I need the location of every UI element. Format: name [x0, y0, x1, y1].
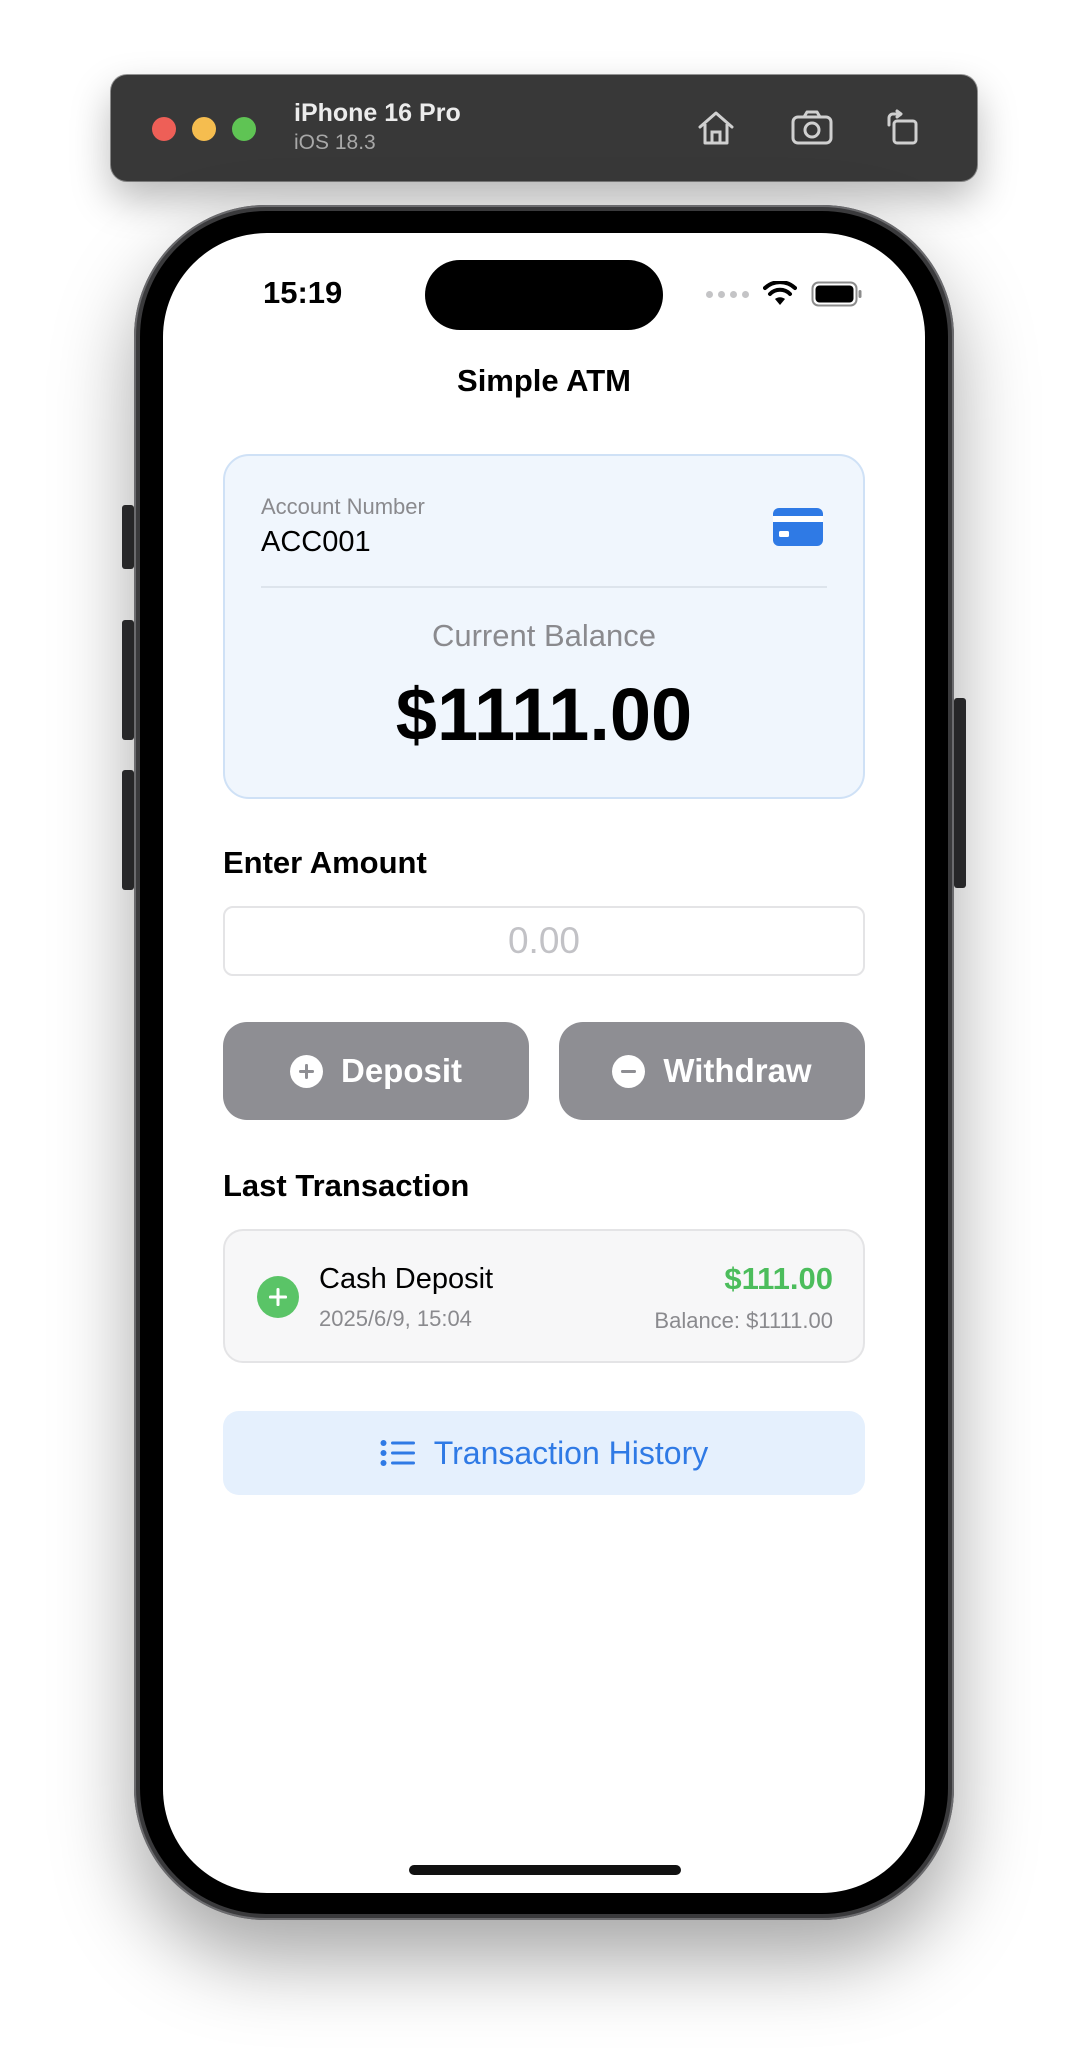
- credit-card-icon: [773, 508, 823, 551]
- current-balance-amount: $1111.00: [395, 673, 693, 756]
- enter-amount-label: Enter Amount: [223, 845, 427, 880]
- rotate-icon: [887, 109, 918, 145]
- last-transaction-label: Last Transaction: [223, 1168, 470, 1203]
- rotate-button[interactable]: [879, 105, 927, 151]
- simulator-device-name: iPhone 16 Pro: [294, 99, 461, 127]
- cellular-signal-icon: [706, 290, 749, 298]
- home-indicator[interactable]: [409, 1865, 681, 1875]
- page-title: Simple ATM: [457, 363, 631, 398]
- screenshot-button[interactable]: [788, 105, 836, 151]
- transaction-history-label: Transaction History: [433, 1434, 709, 1471]
- close-window-button[interactable]: [152, 117, 176, 141]
- action-button: [122, 505, 134, 569]
- account-number-label: Account Number: [261, 494, 425, 519]
- status-indicators: [706, 281, 863, 307]
- transaction-history-button[interactable]: Transaction History: [223, 1411, 865, 1495]
- transaction-title: Cash Deposit: [319, 1263, 494, 1295]
- withdraw-button-label: Withdraw: [663, 1052, 812, 1089]
- minus-circle-icon: [612, 1054, 646, 1088]
- transaction-date: 2025/6/9, 15:04: [319, 1306, 472, 1331]
- dynamic-island: [425, 260, 663, 330]
- account-card: Account Number ACC001 Current Balance $1…: [223, 454, 865, 799]
- home-icon: [698, 111, 734, 145]
- account-divider: [261, 586, 827, 588]
- deposit-button-label: Deposit: [340, 1052, 462, 1089]
- simulator-os-version: iOS 18.3: [294, 131, 376, 154]
- deposit-button[interactable]: Deposit: [223, 1022, 529, 1120]
- transaction-balance: Balance: $1111.00: [654, 1308, 833, 1333]
- volume-down-button: [122, 770, 134, 890]
- simulator-toolbar: iPhone 16 Pro iOS 18.3: [111, 75, 977, 181]
- status-time: 15:19: [263, 275, 343, 310]
- deposit-plus-icon: [257, 1276, 299, 1318]
- amount-input[interactable]: [223, 906, 865, 976]
- current-balance-label: Current Balance: [431, 618, 656, 653]
- wifi-icon: [763, 281, 797, 305]
- zoom-window-button[interactable]: [232, 117, 256, 141]
- home-button[interactable]: [692, 105, 740, 151]
- phone-screen: 15:19 Simple ATM Account Number ACC001 C…: [163, 233, 925, 1893]
- last-transaction-card: Cash Deposit 2025/6/9, 15:04 $111.00 Bal…: [223, 1229, 865, 1363]
- minimize-window-button[interactable]: [192, 117, 216, 141]
- list-icon: [380, 1440, 415, 1466]
- withdraw-button[interactable]: Withdraw: [559, 1022, 865, 1120]
- transaction-amount: $111.00: [724, 1261, 833, 1296]
- plus-circle-icon: [289, 1054, 323, 1088]
- screenshot-icon: [791, 110, 833, 145]
- battery-icon: [811, 281, 862, 307]
- volume-up-button: [122, 620, 134, 740]
- account-number: ACC001: [261, 526, 371, 558]
- power-button: [954, 698, 966, 888]
